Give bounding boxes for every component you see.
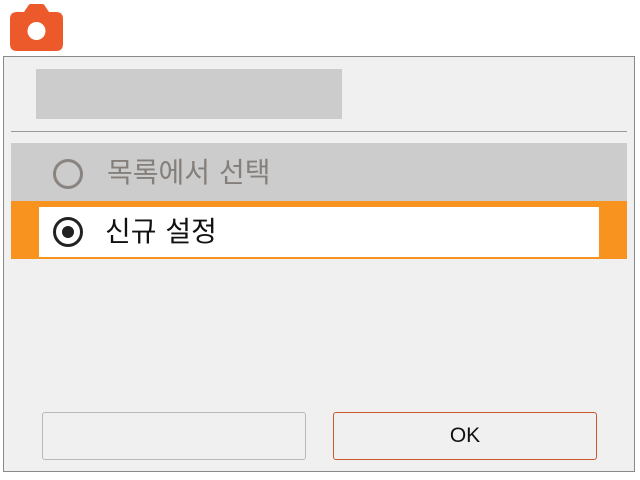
radio-unselected-icon[interactable] bbox=[53, 159, 83, 189]
cancel-button[interactable] bbox=[42, 412, 306, 460]
option-selected-highlight: 신규 설정 bbox=[39, 207, 599, 257]
option-label: 목록에서 선택 bbox=[107, 156, 271, 189]
option-label: 신규 설정 bbox=[105, 215, 217, 248]
radio-dot bbox=[62, 226, 74, 238]
dialog-title bbox=[36, 69, 342, 119]
title-divider bbox=[11, 131, 627, 132]
option-new-setting[interactable]: 신규 설정 bbox=[11, 201, 627, 259]
radio-selected-icon[interactable] bbox=[53, 217, 83, 247]
ok-button[interactable]: OK bbox=[333, 412, 597, 460]
option-select-from-list[interactable]: 목록에서 선택 bbox=[11, 143, 627, 201]
selection-dialog: 목록에서 선택 신규 설정 OK bbox=[3, 56, 635, 472]
camera-icon bbox=[10, 4, 63, 51]
